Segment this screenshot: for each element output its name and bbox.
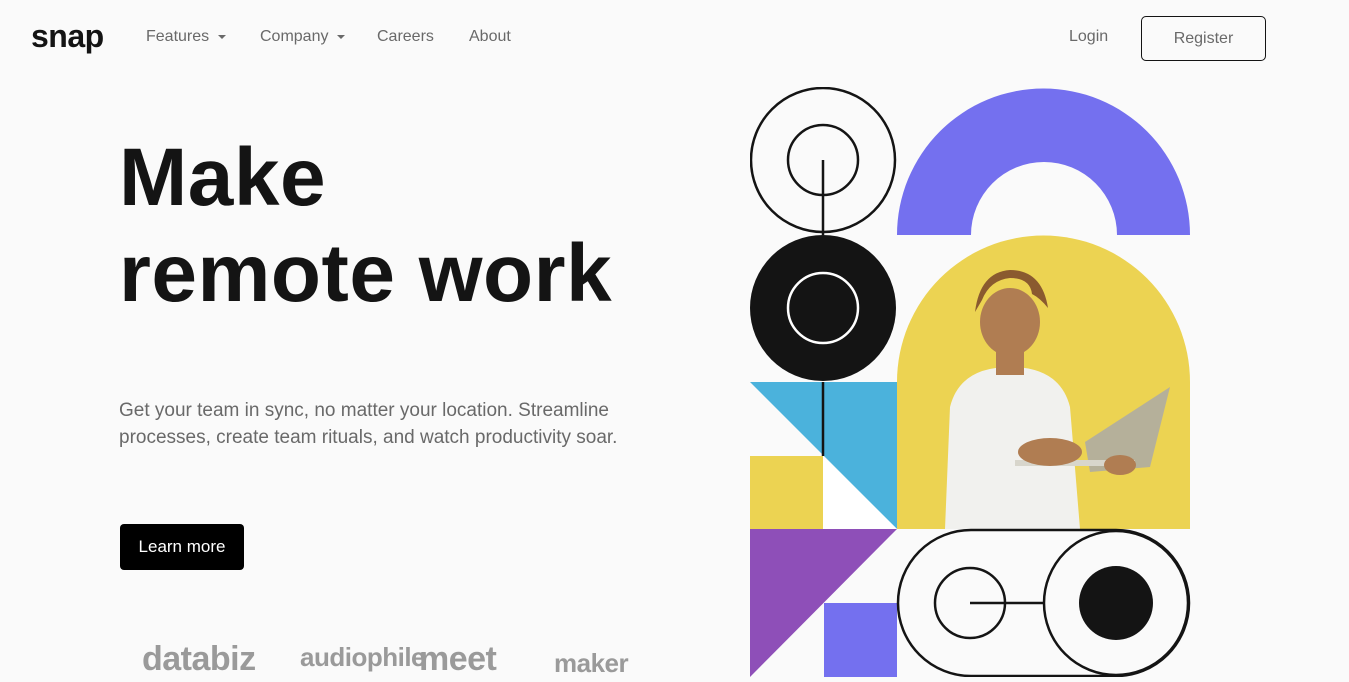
nav-company[interactable]: Company [260,26,346,48]
nav-careers[interactable]: Careers [377,26,434,48]
purple-arch-shape [897,88,1190,235]
nav-careers-label: Careers [377,28,434,45]
chevron-down-icon [337,35,346,39]
nav-about[interactable]: About [469,26,511,48]
register-label: Register [1173,29,1234,47]
nav-about-label: About [469,28,511,45]
chevron-down-icon [218,35,227,39]
nav-features-label: Features [146,28,210,45]
client-logo-meet: meet [419,640,497,678]
pill-black-dot [1079,566,1153,640]
client-logo-audiophile: audiophile [300,642,426,672]
login-link[interactable]: Login [1069,26,1108,48]
client-logo-maker: maker [554,648,629,678]
learn-more-button[interactable]: Learn more [120,524,244,570]
black-circle [750,235,896,381]
hero-illustration [750,87,1191,677]
nav-features[interactable]: Features [146,26,227,48]
hero-title-line-1: Make [119,132,327,223]
hero-description: Get your team in sync, no matter your lo… [119,400,618,448]
nav-company-label: Company [260,28,329,45]
purple-square [824,603,897,677]
snap-logo[interactable]: snap [31,16,104,56]
yellow-square [750,456,823,529]
register-button[interactable]: Register [1141,16,1266,61]
hero-title: Make remote work [119,130,612,322]
hero-title-line-2: remote work [119,228,613,319]
client-logo-databiz: databiz [142,640,256,678]
learn-more-label: Learn more [138,537,226,556]
